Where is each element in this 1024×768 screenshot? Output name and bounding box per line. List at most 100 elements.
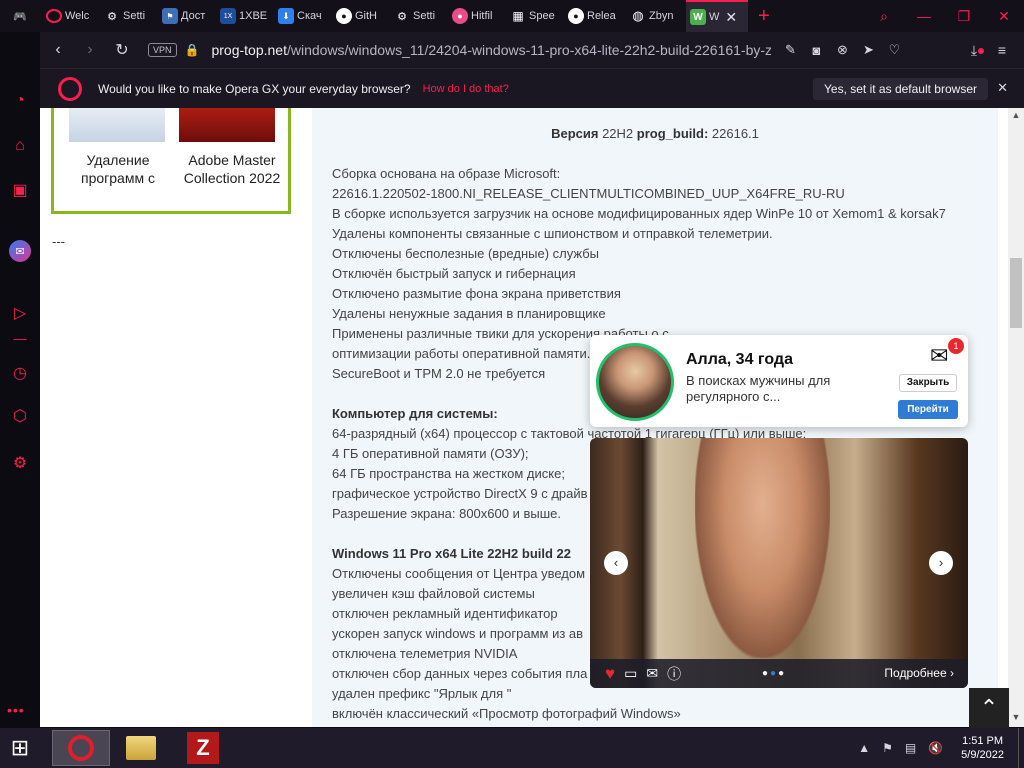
player-icon[interactable]: ▷	[9, 302, 31, 324]
close-window-button[interactable]: ✕	[984, 8, 1024, 25]
article-line: 22616.1.220502-1800.NI_RELEASE_CLIENTMUL…	[332, 186, 845, 201]
windows-start-icon[interactable]: ⊞	[0, 728, 40, 768]
tab-hitfile[interactable]: ● Hitfil	[448, 0, 506, 32]
scroll-down-icon[interactable]: ▼	[1008, 712, 1024, 722]
tab-releases[interactable]: ● Relea	[564, 0, 626, 32]
carousel-prev-icon[interactable]: ‹	[604, 551, 628, 575]
send-icon[interactable]: ➤	[855, 42, 881, 58]
more-link[interactable]: Подробнее ›	[884, 666, 954, 680]
download-icon[interactable]: ⤓	[960, 42, 988, 59]
edit-icon[interactable]: ✎	[777, 42, 803, 58]
close-tab-icon[interactable]: ✕	[725, 9, 737, 26]
volume-icon[interactable]: 🔇	[928, 741, 943, 755]
filezilla-icon: Z	[187, 732, 219, 764]
more-label: Подробнее	[884, 666, 947, 680]
gear-icon: ⚙	[397, 10, 407, 23]
new-tab-button[interactable]: +	[758, 5, 770, 28]
forward-button[interactable]: ›	[74, 41, 106, 59]
chat-icon[interactable]: ▭	[624, 665, 637, 682]
menu-icon[interactable]: ≡	[988, 42, 1016, 58]
lock-icon[interactable]: 🔒	[185, 43, 200, 57]
twitch-icon[interactable]: ▣	[9, 179, 31, 201]
mail-icon[interactable]: ✉	[646, 665, 658, 682]
scrollbar[interactable]: ▲ ▼	[1008, 108, 1024, 727]
tab-settings-2[interactable]: ⚙ Setti	[390, 0, 448, 32]
heart-icon[interactable]: ♡	[881, 42, 907, 58]
tab-label: Welc	[65, 10, 90, 22]
envelope-icon: ✉	[930, 343, 949, 368]
close-icon[interactable]: ✕	[997, 80, 1008, 96]
heart-icon[interactable]: ♥	[605, 664, 615, 684]
ad-close-button[interactable]: Закрыть	[899, 374, 957, 392]
article-line: Отключён быстрый запуск и гибернация	[332, 266, 576, 281]
version-heading: Версия 22H2 prog_build: 22616.1	[312, 126, 998, 141]
download-icon: ⬇	[278, 8, 294, 24]
scroll-up-icon[interactable]: ▲	[1008, 110, 1024, 120]
site-icon: W	[690, 9, 706, 25]
tab-github[interactable]: ● GitH	[332, 0, 390, 32]
dash-icon[interactable]: —	[9, 327, 31, 349]
scroll-thumb[interactable]	[1010, 258, 1022, 328]
block-icon[interactable]: ⊗	[829, 42, 855, 58]
how-to-link[interactable]: How do I do that?	[423, 83, 509, 95]
network-icon[interactable]: ▤	[905, 741, 916, 755]
cube-icon[interactable]: ⬡	[9, 405, 31, 427]
article-line: Отключено размытие фона экрана приветств…	[332, 286, 621, 301]
folder-icon	[126, 736, 156, 760]
related-caption[interactable]: Удаление программ с	[63, 151, 173, 187]
set-default-button[interactable]: Yes, set it as default browser	[813, 78, 988, 100]
tab-label: Setti	[123, 10, 146, 22]
taskbar-opera[interactable]	[52, 730, 110, 766]
gamepad-tab[interactable]: 🎮	[0, 0, 42, 32]
search-icon[interactable]: ⌕	[864, 8, 904, 25]
article-line: Удалены компоненты связанные с шпионство…	[332, 226, 773, 241]
tab-access[interactable]: ⚑ Дост	[158, 0, 216, 32]
tab-speed[interactable]: ▦ Spee	[506, 0, 564, 32]
maximize-button[interactable]: ❐	[944, 8, 984, 25]
clock-time: 1:51 PM	[962, 735, 1004, 747]
tab-welcome[interactable]: Welc	[42, 0, 100, 32]
ad-go-button[interactable]: Перейти	[898, 400, 958, 419]
info-icon[interactable]: ⓘ	[667, 664, 681, 684]
back-button[interactable]: ‹	[42, 41, 74, 59]
version-label: Версия	[551, 126, 599, 141]
tab-label: Spee	[529, 10, 555, 22]
history-icon[interactable]: ◷	[9, 362, 31, 384]
bag-icon[interactable]: ⌂	[9, 135, 31, 157]
carousel-next-icon[interactable]: ›	[929, 551, 953, 575]
tab-label: W	[709, 11, 720, 23]
url-path: /windows/windows_11/24204-windows-11-pro…	[286, 42, 772, 58]
scroll-top-button[interactable]: ⌃	[969, 688, 1009, 728]
ad-photo-carousel[interactable]: ‹ › ♥ ▭ ✉ ⓘ ●●● Подробнее ›	[590, 438, 968, 688]
tab-settings[interactable]: ⚙ Setti	[100, 0, 158, 32]
related-thumbnail[interactable]	[179, 108, 275, 142]
tab-label: Hitfil	[471, 10, 493, 22]
clock[interactable]: 1:51 PM 5/9/2022	[961, 734, 1004, 762]
tab-strip: 🎮 Welc ⚙ Setti ⚑ Дост 1X 1XBE ⬇ Скач ● G…	[0, 0, 1024, 32]
camera-icon[interactable]: ◙	[803, 43, 829, 58]
more-icon[interactable]: •••	[7, 702, 25, 718]
separator-text: ---	[52, 234, 65, 249]
messenger-icon[interactable]: ✉	[9, 240, 31, 262]
speed-dial-icon[interactable]: ◔	[9, 90, 31, 112]
show-desktop-button[interactable]	[1018, 728, 1024, 768]
vpn-badge[interactable]: VPN	[148, 43, 177, 57]
minimize-button[interactable]: —	[904, 8, 944, 24]
taskbar-filezilla[interactable]: Z	[174, 730, 232, 766]
article-line: Отключены бесполезные (вредные) службы	[332, 246, 600, 261]
related-thumbnail[interactable]	[69, 108, 165, 142]
reload-button[interactable]: ↻	[106, 40, 138, 60]
ad-description: В поисках мужчины для регулярного с...	[686, 373, 831, 404]
ad-notification[interactable]: Алла, 34 года В поисках мужчины для регу…	[590, 335, 968, 427]
tray-arrow-icon[interactable]: ▲	[858, 741, 870, 755]
url-field[interactable]: prog-top.net/windows/windows_11/24204-wi…	[211, 42, 771, 58]
flag-icon[interactable]: ⚑	[882, 741, 893, 755]
tab-download[interactable]: ⬇ Скач	[274, 0, 332, 32]
taskbar-explorer[interactable]	[112, 730, 170, 766]
settings-gear-icon[interactable]: ⚙	[9, 452, 31, 474]
related-caption[interactable]: Adobe Master Collection 2022	[177, 151, 287, 187]
tab-zbyn[interactable]: ◍ Zbyn	[626, 0, 686, 32]
taskbar: ⊞ Z ▲ ⚑ ▤ 🔇 1:51 PM 5/9/2022	[0, 728, 1024, 768]
tab-active[interactable]: W W ✕	[686, 0, 748, 32]
tab-1xbet[interactable]: 1X 1XBE	[216, 0, 274, 32]
